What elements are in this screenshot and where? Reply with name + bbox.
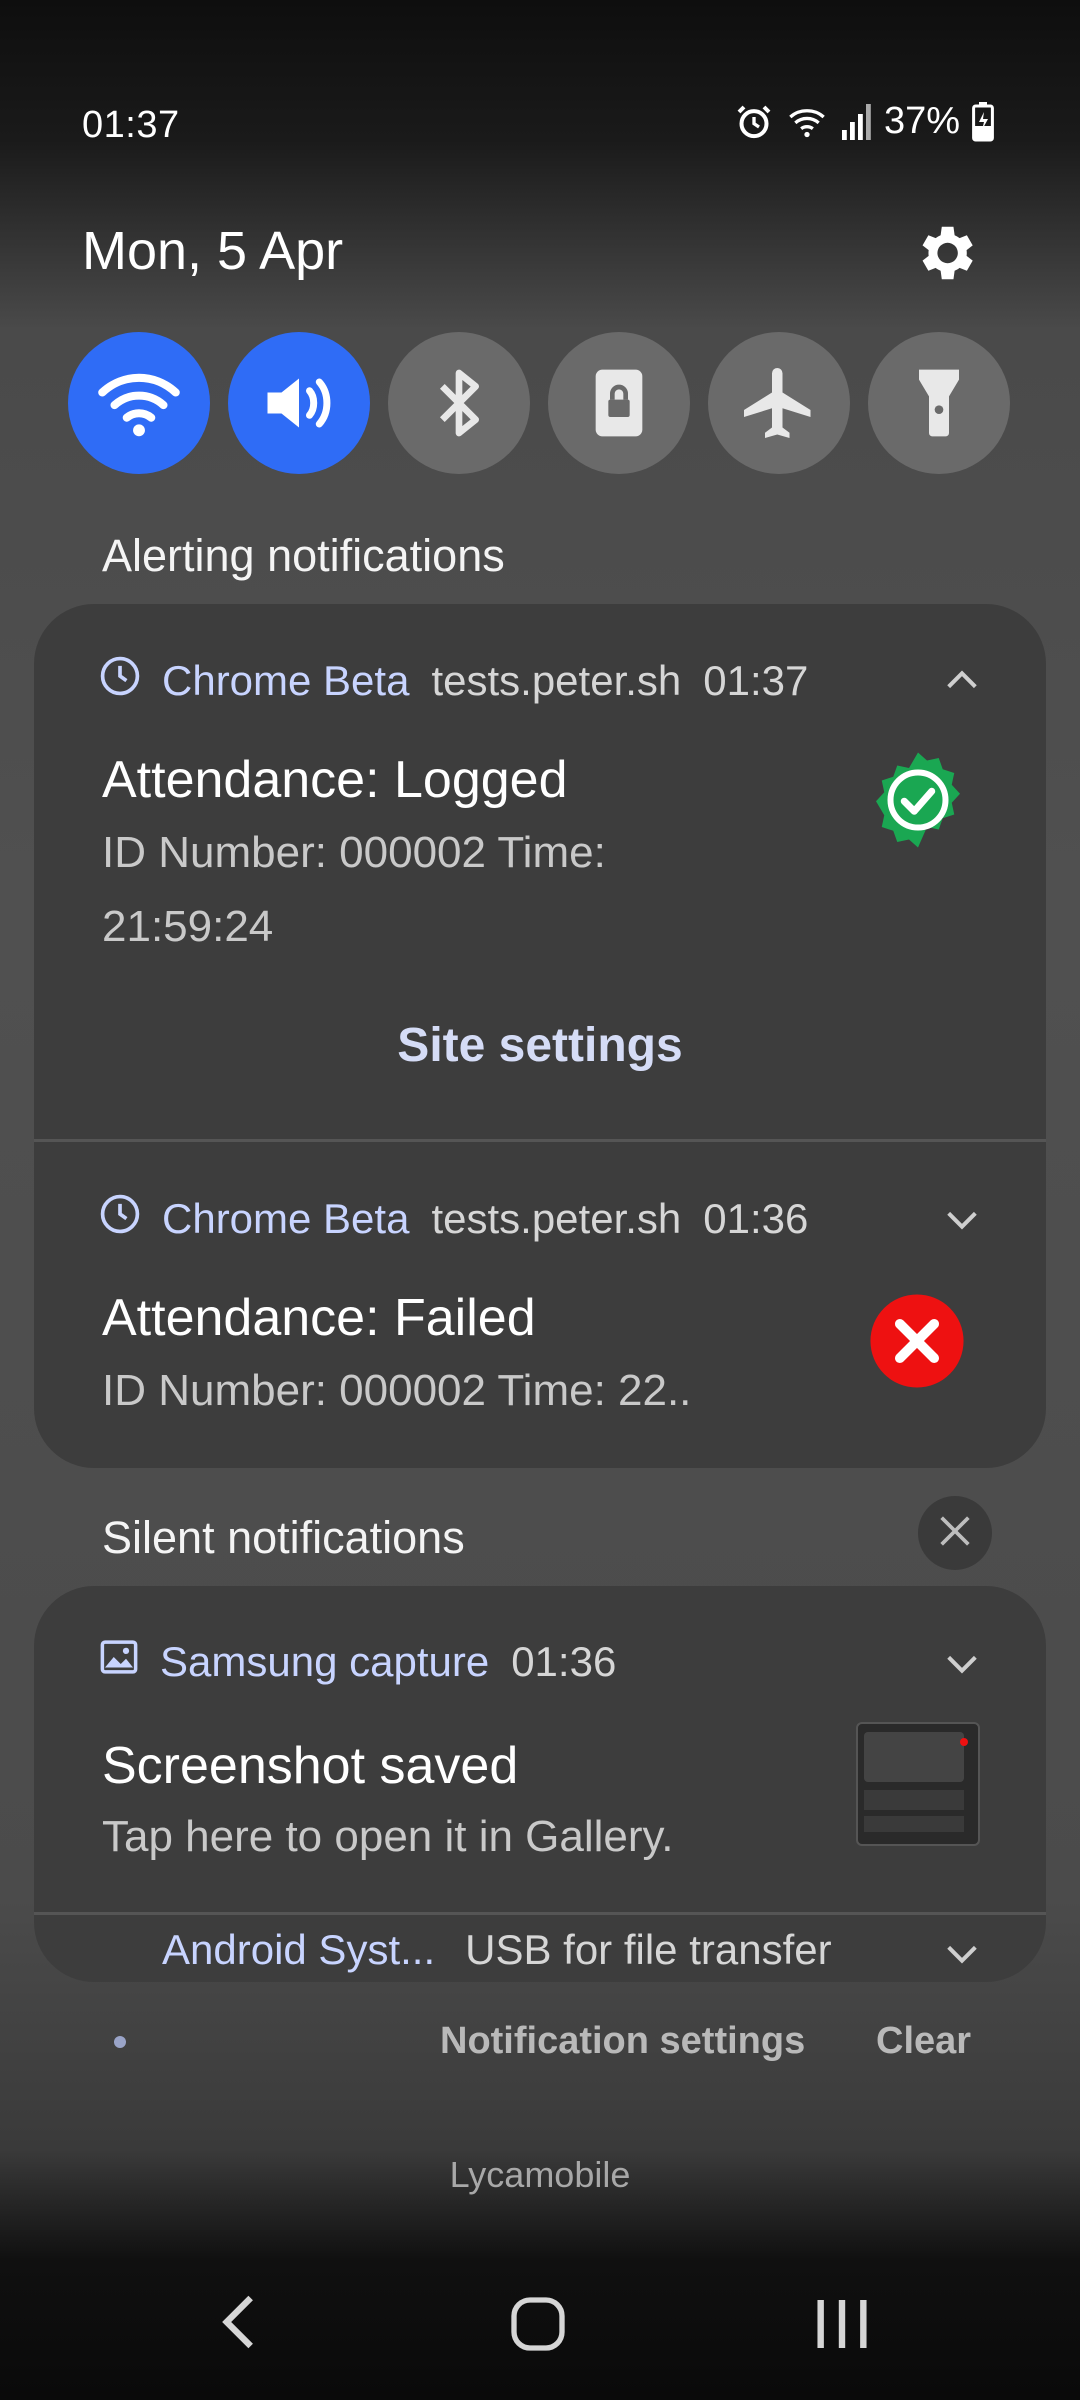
notification-text: Tap here to open it in Gallery. — [102, 1812, 674, 1861]
notification-time: 01:36 — [511, 1638, 617, 1685]
close-icon — [935, 1511, 975, 1556]
notification-text-line2: 21:59:24 — [102, 902, 274, 951]
app-name: Samsung capture — [160, 1638, 490, 1685]
carrier-label: Lycamobile — [449, 2154, 631, 2195]
home-icon — [506, 2297, 570, 2360]
settings-gear-icon[interactable] — [910, 218, 980, 288]
app-name: Chrome Beta — [162, 1195, 410, 1242]
notification-header: Samsung capture 01:36 — [98, 1636, 616, 1688]
alarm-icon — [734, 102, 774, 142]
airplane-icon — [737, 361, 821, 445]
notification-text-line1: ID Number: 000002 Time: — [102, 828, 606, 877]
dismiss-silent-button[interactable] — [918, 1496, 992, 1570]
flashlight-icon — [899, 363, 979, 443]
notification-text: USB for file transfer — [465, 1926, 832, 1973]
notification-attendance-logged[interactable]: Chrome Beta tests.peter.sh 01:37 Attenda… — [34, 604, 1046, 1140]
toggle-sound[interactable] — [228, 332, 370, 474]
notification-title: Screenshot saved — [102, 1737, 519, 1795]
notification-title: Attendance: Logged — [102, 751, 568, 809]
toggle-airplane[interactable] — [708, 332, 850, 474]
wifi-icon — [97, 361, 181, 445]
bluetooth-icon — [419, 363, 499, 443]
recents-icon — [810, 2300, 874, 2358]
notification-header: Chrome Beta tests.peter.sh 01:37 — [98, 654, 808, 708]
notification-header: Android Syst... USB for file transfer — [162, 1926, 832, 1974]
recents-button[interactable] — [810, 2294, 874, 2359]
app-name: Chrome Beta — [162, 657, 410, 704]
back-icon — [212, 2295, 268, 2358]
notification-header: Chrome Beta tests.peter.sh 01:36 — [98, 1192, 808, 1246]
notification-screenshot-saved[interactable]: Samsung capture 01:36 Screenshot saved T… — [34, 1586, 1046, 1912]
notification-time: 01:36 — [703, 1195, 809, 1242]
page-indicator-dot — [114, 2036, 126, 2048]
site-settings-button[interactable]: Site settings — [34, 1018, 1046, 1073]
notification-time: 01:37 — [703, 657, 809, 704]
cell-signal-icon — [840, 102, 872, 142]
silent-card: Samsung capture 01:36 Screenshot saved T… — [34, 1586, 1046, 1982]
screenshot-thumbnail — [856, 1722, 980, 1846]
clear-button[interactable]: Clear — [876, 2020, 971, 2063]
alerting-card: Chrome Beta tests.peter.sh 01:37 Attenda… — [34, 604, 1046, 1468]
chevron-up-icon[interactable] — [942, 660, 982, 700]
chevron-down-icon[interactable] — [942, 1644, 982, 1684]
chevron-down-icon[interactable] — [942, 1200, 982, 1240]
clock-icon — [98, 654, 142, 708]
toggle-bluetooth[interactable] — [388, 332, 530, 474]
lock-rotation-icon — [579, 363, 659, 443]
status-icons: 37% — [734, 100, 994, 143]
notification-source: tests.peter.sh — [431, 1195, 682, 1242]
panel-date: Mon, 5 Apr — [82, 221, 344, 281]
wifi-signal-icon — [786, 102, 828, 142]
image-icon — [98, 1636, 140, 1688]
notification-usb-transfer[interactable]: Android Syst... USB for file transfer — [34, 1914, 1046, 1982]
battery-text: 37% — [883, 100, 960, 142]
verified-check-icon — [868, 750, 968, 855]
chevron-down-icon[interactable] — [942, 1934, 982, 1974]
toggle-screen-lock[interactable] — [548, 332, 690, 474]
error-x-icon — [868, 1292, 966, 1395]
sound-icon — [257, 361, 341, 445]
notification-settings-button[interactable]: Notification settings — [440, 2020, 805, 2063]
silent-section-title: Silent notifications — [102, 1512, 465, 1563]
clock-icon — [98, 1192, 142, 1246]
status-time: 01:37 — [82, 104, 180, 146]
home-button[interactable] — [506, 2292, 570, 2361]
notification-text: ID Number: 000002 Time: 22.. — [102, 1366, 692, 1415]
app-name: Android Syst... — [162, 1926, 436, 1973]
toggle-flashlight[interactable] — [868, 332, 1010, 474]
notification-source: tests.peter.sh — [431, 657, 682, 704]
notification-attendance-failed[interactable]: Chrome Beta tests.peter.sh 01:36 Attenda… — [34, 1142, 1046, 1468]
notification-title: Attendance: Failed — [102, 1289, 536, 1347]
toggle-wifi[interactable] — [68, 332, 210, 474]
battery-charging-icon — [972, 101, 994, 142]
back-button[interactable] — [212, 2290, 268, 2359]
alerting-section-title: Alerting notifications — [102, 530, 505, 581]
